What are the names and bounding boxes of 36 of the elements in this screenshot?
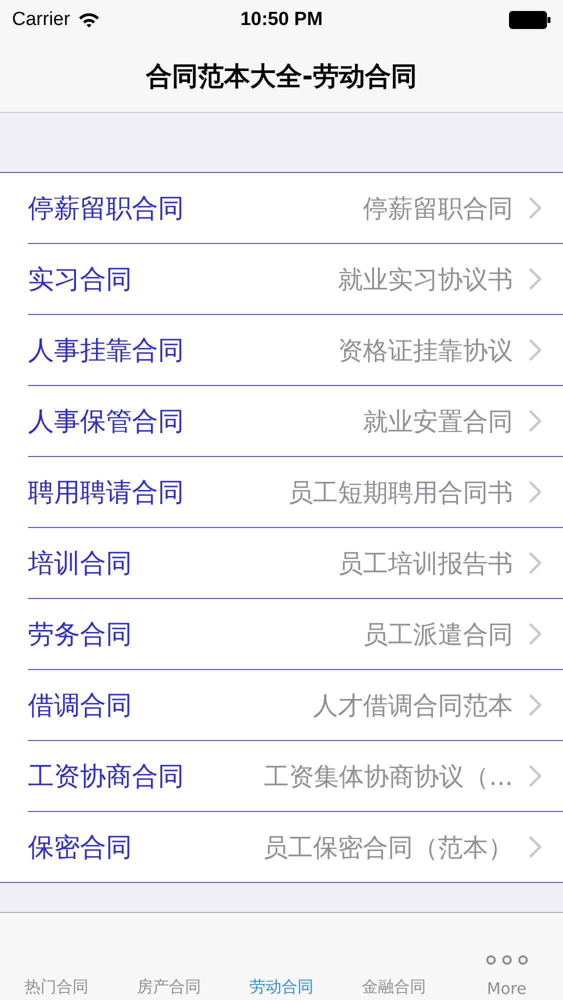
wifi-icon xyxy=(78,12,100,28)
row-title[interactable]: 人事保管合同 xyxy=(28,404,184,438)
battery-icon xyxy=(509,11,551,29)
row-detail: 就业实习协议书 xyxy=(338,264,513,296)
row-detail: 员工派遣合同 xyxy=(363,618,513,650)
row-detail: 停薪留职合同 xyxy=(363,192,513,224)
row-detail: 就业安置合同 xyxy=(363,406,513,438)
row-title[interactable]: 培训合同 xyxy=(28,546,132,580)
chevron-icon xyxy=(529,765,541,787)
row-detail: 员工短期聘用合同书 xyxy=(288,476,513,508)
row-detail: 员工保密合同（范本） xyxy=(263,832,513,864)
chevron-icon xyxy=(529,552,541,574)
row-title[interactable]: 工资协商合同 xyxy=(28,758,184,794)
row-detail: 人才借调合同范本 xyxy=(313,690,513,722)
chevron-icon xyxy=(529,339,541,361)
chevron-icon xyxy=(529,836,541,858)
status-time: 10:50 PM xyxy=(239,9,324,31)
more-icon xyxy=(486,955,528,965)
row-title[interactable]: 聘用聘请合同 xyxy=(28,474,184,510)
row-detail: 资格证挂靠协议 xyxy=(338,334,513,366)
chevron-icon xyxy=(529,197,541,219)
row-title[interactable]: 停薪留职合同 xyxy=(28,190,184,226)
row-title[interactable]: 借调合同 xyxy=(28,688,132,722)
row-title[interactable]: 人事挂靠合同 xyxy=(28,332,184,368)
nav-title: 合同范本大全-劳动合同 xyxy=(146,60,417,94)
chevron-icon xyxy=(529,481,541,503)
carrier-name: Carrier xyxy=(12,9,70,31)
row-title[interactable]: 保密合同 xyxy=(28,830,132,864)
chevron-icon xyxy=(529,623,541,645)
row-title[interactable]: 劳务合同 xyxy=(28,616,132,652)
row-title[interactable]: 实习合同 xyxy=(28,262,132,296)
row-detail: 员工培训报告书 xyxy=(338,548,513,580)
chevron-icon xyxy=(529,268,541,290)
chevron-icon xyxy=(529,694,541,716)
row-detail: 工资集体协商协议（... xyxy=(264,760,513,792)
chevron-icon xyxy=(529,410,541,432)
